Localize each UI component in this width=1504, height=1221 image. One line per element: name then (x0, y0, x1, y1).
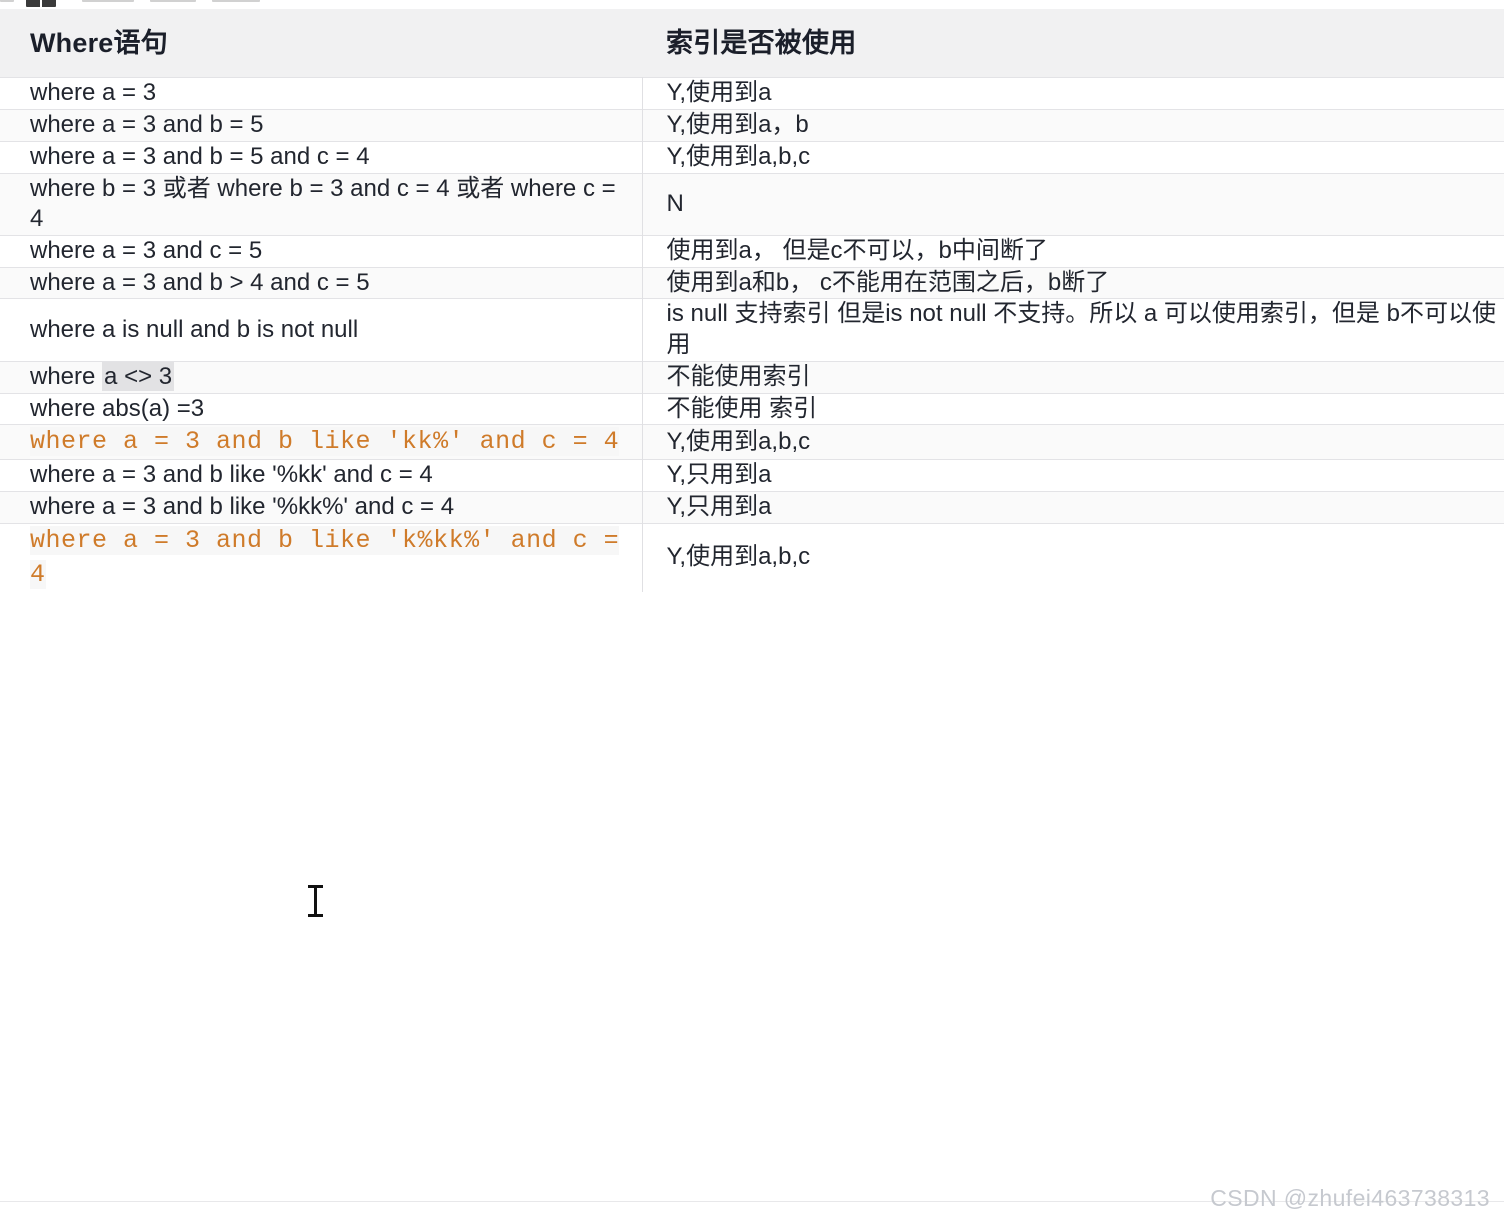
cell-where-clause: where a = 3 and b like 'k%kk%' and c = 4 (0, 522, 643, 592)
where-code-text: where a = 3 and b like 'kk%' and c = 4 (30, 427, 620, 457)
where-code-text: where a = 3 and b like 'k%kk%' and c = 4 (30, 525, 620, 589)
toolbar-ghost-item-2[interactable] (150, 0, 196, 2)
table-row: where a = 3 and b > 4 and c = 5 使用到a和b， c… (0, 266, 1504, 299)
table-row: where a <> 3 不能使用索引 (0, 360, 1504, 394)
cell-index-usage: 使用到a， 但是c不可以，b中间断了 (642, 234, 1504, 268)
cell-where-clause: where a = 3 and b = 5 (0, 109, 643, 142)
cell-index-usage: Y,使用到a (642, 77, 1504, 110)
table-row: where b = 3 或者 where b = 3 and c = 4 或者 … (0, 172, 1504, 236)
cell-index-usage: 不能使用 索引 (642, 392, 1504, 425)
table-header-row: Where语句 索引是否被使用 (0, 9, 1504, 78)
cell-index-usage: Y,只用到a (642, 459, 1504, 492)
column-header-where-clause: Where语句 (0, 9, 642, 78)
cell-where-clause: where a is null and b is not null (0, 298, 643, 362)
cell-where-clause: where b = 3 或者 where b = 3 and c = 4 或者 … (0, 172, 643, 236)
index-usage-table-container: Where语句 索引是否被使用 where a = 3 Y,使用到a where a… (0, 9, 1504, 592)
cell-where-clause: where a = 3 and b like '%kk' and c = 4 (0, 459, 643, 492)
cell-index-usage: is null 支持索引 但是is not null 不支持。所以 a 可以使用… (642, 298, 1504, 362)
cell-where-clause: where a = 3 and b like '%kk%' and c = 4 (0, 491, 643, 524)
cell-index-usage: 使用到a和b， c不能用在范围之后，b断了 (642, 266, 1504, 299)
csdn-watermark: CSDN @zhufei463738313 (1210, 1185, 1490, 1211)
cell-where-clause: where a = 3 and b like 'kk%' and c = 4 (0, 424, 643, 460)
table-row: where a is null and b is not null is null… (0, 298, 1504, 362)
column-header-index-used: 索引是否被使用 (642, 9, 1504, 78)
table-header: Where语句 索引是否被使用 (0, 9, 1504, 78)
cell-where-clause: where a <> 3 (0, 360, 643, 394)
cell-index-usage: N (642, 172, 1504, 236)
where-text-prefix: where (30, 362, 103, 390)
index-usage-table: Where语句 索引是否被使用 where a = 3 Y,使用到a where a… (0, 9, 1504, 592)
table-row: where a = 3 and b = 5 Y,使用到a，b (0, 109, 1504, 142)
toolbar-ghost-item-1[interactable] (82, 0, 134, 2)
cell-index-usage: Y,只用到a (642, 491, 1504, 524)
cell-where-clause: where abs(a) =3 (0, 392, 643, 425)
where-text-highlighted: a <> 3 (102, 361, 175, 391)
text-cursor-ibeam (307, 884, 323, 918)
toolbar-ghost-item-3[interactable] (212, 0, 260, 2)
cell-where-clause: where a = 3 and c = 5 (0, 234, 643, 268)
cell-index-usage: Y,使用到a,b,c (642, 424, 1504, 460)
table-body: where a = 3 Y,使用到a where a = 3 and b = 5 Y,… (0, 77, 1504, 592)
table-row: where a = 3 and b like 'kk%' and c = 4 Y,… (0, 424, 1504, 460)
cropped-toolbar-strip (0, 0, 1504, 9)
cell-index-usage: Y,使用到a,b,c (642, 140, 1504, 174)
table-row: where a = 3 Y,使用到a (0, 77, 1504, 110)
table-row: where a = 3 and c = 5 使用到a， 但是c不可以，b中间断了 (0, 234, 1504, 268)
table-row: where a = 3 and b like '%kk' and c = 4 Y,… (0, 459, 1504, 492)
cell-where-clause: where a = 3 and b = 5 and c = 4 (0, 140, 643, 174)
cell-where-clause: where a = 3 and b > 4 and c = 5 (0, 266, 643, 299)
toolbar-ghost-item-0 (0, 0, 14, 2)
table-row: where a = 3 and b like '%kk%' and c = 4Y… (0, 491, 1504, 524)
cell-index-usage: 不能使用索引 (642, 360, 1504, 394)
cell-index-usage: Y,使用到a，b (642, 109, 1504, 142)
cell-index-usage: Y,使用到a,b,c (642, 522, 1504, 592)
toolbar-app-icon[interactable] (26, 0, 56, 7)
table-row: where a = 3 and b = 5 and c = 4 Y,使用到a,b,… (0, 140, 1504, 174)
table-row: where a = 3 and b like 'k%kk%' and c = 4… (0, 522, 1504, 592)
cell-where-clause: where a = 3 (0, 77, 643, 110)
table-row: where abs(a) =3 不能使用 索引 (0, 392, 1504, 425)
